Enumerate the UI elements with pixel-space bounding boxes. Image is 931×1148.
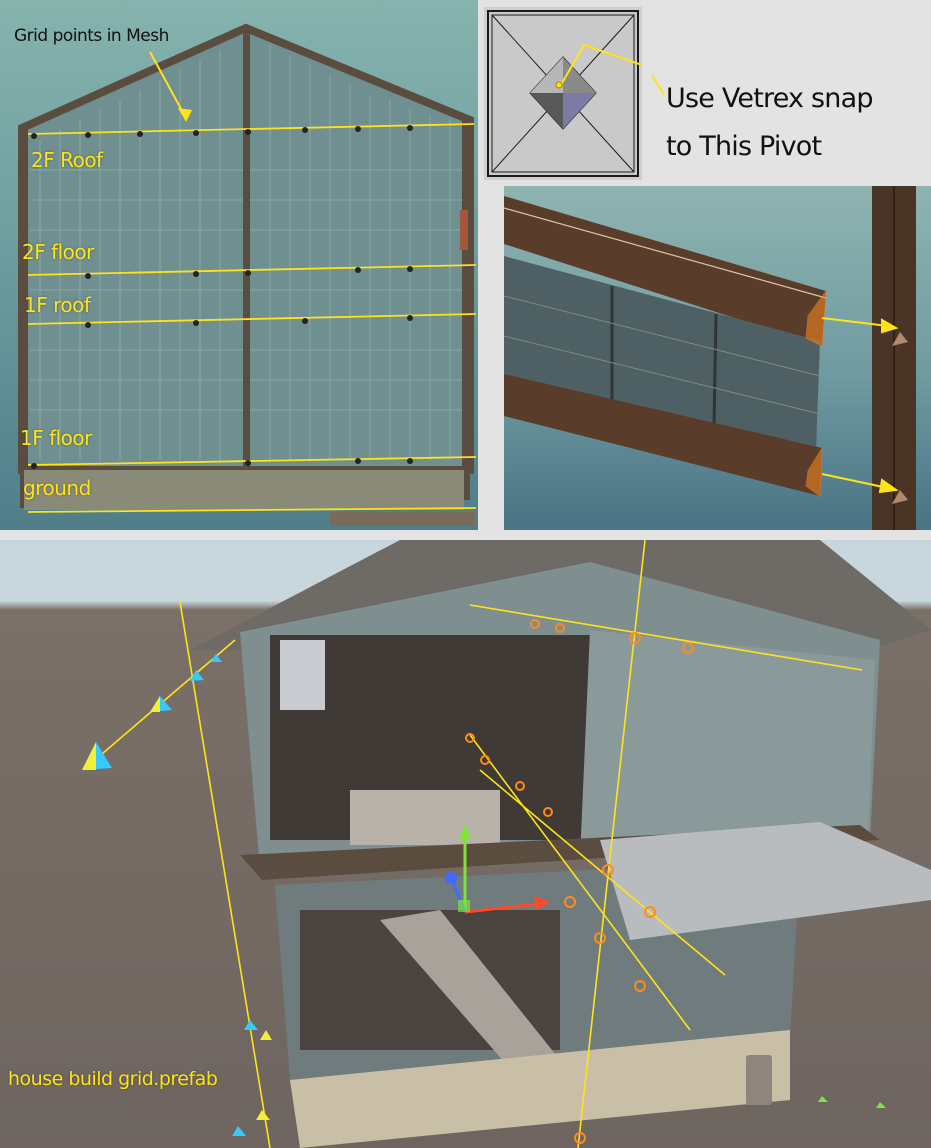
deck xyxy=(330,512,475,526)
level-label-1f-floor: 1F floor xyxy=(20,426,92,450)
stone-marker xyxy=(746,1055,772,1105)
upper-stair-landing xyxy=(350,790,500,845)
grid-points-annotation: Grid points in Mesh xyxy=(14,26,169,46)
scene-view-panel: house build grid.prefab xyxy=(0,540,931,1148)
pivot-note-line1: Use Vetrex snap xyxy=(666,83,873,114)
edge-object xyxy=(460,210,468,250)
prefab-name-label: house build grid.prefab xyxy=(8,1068,218,1090)
pivot-note-line2: to This Pivot xyxy=(666,131,822,162)
scene-drawing xyxy=(82,540,931,1148)
beam-snap-panel xyxy=(504,186,931,530)
upper-window xyxy=(280,640,325,710)
elevation-panel: Grid points in Mesh 2F Roof 2F floor 1F … xyxy=(0,0,478,530)
pivot-drawing xyxy=(487,10,642,177)
level-label-2f-floor: 2F floor xyxy=(22,240,94,264)
pivot-note: Use Vetrex snap to This Pivot xyxy=(646,75,931,175)
elevation-drawing xyxy=(18,23,477,526)
level-label-ground: ground xyxy=(23,476,91,500)
level-label-2f-roof: 2F Roof xyxy=(31,148,103,172)
pivot-detail-panel xyxy=(484,7,642,180)
level-label-1f-roof: 1F roof xyxy=(24,293,91,317)
beam-drawing xyxy=(504,186,916,530)
